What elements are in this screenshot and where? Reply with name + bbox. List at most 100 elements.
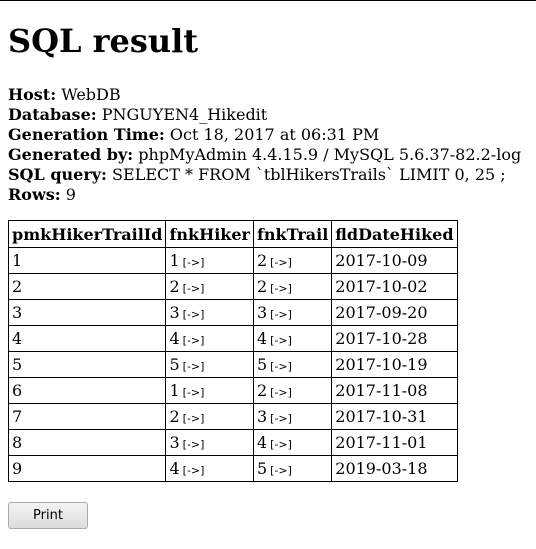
cell-value: 2017-10-31	[335, 407, 428, 426]
page-title: SQL result	[8, 22, 199, 60]
table-cell: 2017-11-01	[331, 429, 458, 456]
table-cell: 3	[7, 299, 167, 326]
foreign-key-link[interactable]: [->]	[270, 256, 292, 269]
meta-label: Rows:	[8, 185, 61, 204]
cell-value: 2	[12, 277, 23, 296]
meta-generated-by: Generated by: phpMyAdmin 4.4.15.9 / MySQ…	[8, 145, 521, 165]
table-row: 8 3 [->] 4 [->] 2017-11-01	[7, 429, 458, 456]
cell-value: 2	[169, 277, 180, 296]
foreign-key-link[interactable]: [->]	[270, 308, 292, 321]
cell-value: 4	[169, 329, 180, 348]
foreign-key-link[interactable]: [->]	[183, 464, 205, 477]
foreign-key-link[interactable]: [->]	[183, 256, 205, 269]
print-button[interactable]: Print	[8, 502, 88, 529]
cell-value: 4	[12, 329, 23, 348]
foreign-key-link[interactable]: [->]	[270, 412, 292, 425]
meta-value: Oct 18, 2017 at 06:31 PM	[169, 125, 380, 144]
cell-value: 2	[169, 407, 180, 426]
table-cell: 3 [->]	[165, 299, 254, 326]
foreign-key-link[interactable]: [->]	[183, 308, 205, 321]
meta-value: 9	[65, 185, 76, 204]
foreign-key-link[interactable]: [->]	[183, 334, 205, 347]
cell-value: 2019-03-18	[335, 459, 428, 478]
table-cell: 2019-03-18	[331, 455, 458, 482]
column-header-flddatehiked: fldDateHiked	[331, 220, 458, 248]
cell-value: 4	[169, 459, 180, 478]
table-cell: 2 [->]	[165, 403, 254, 430]
foreign-key-link[interactable]: [->]	[270, 334, 292, 347]
cell-value: 2017-11-01	[335, 433, 428, 452]
foreign-key-link[interactable]: [->]	[183, 412, 205, 425]
table-cell: 2017-10-02	[331, 273, 458, 300]
meta-database: Database: PNGUYEN4_Hikedit	[8, 105, 521, 125]
table-cell: 9	[7, 455, 167, 482]
table-cell: 4 [->]	[165, 455, 254, 482]
foreign-key-link[interactable]: [->]	[270, 386, 292, 399]
cell-value: 1	[12, 251, 23, 270]
cell-value: 7	[12, 407, 23, 426]
table-cell: 8	[7, 429, 167, 456]
results-table: pmkHikerTrailId fnkHiker fnkTrail fldDat…	[7, 220, 458, 482]
table-cell: 1 [->]	[165, 247, 254, 274]
table-cell: 2017-10-19	[331, 351, 458, 378]
cell-value: 3	[256, 407, 268, 426]
table-row: 4 4 [->] 4 [->] 2017-10-28	[7, 325, 458, 352]
cell-value: 3	[169, 433, 180, 452]
header-row: pmkHikerTrailId fnkHiker fnkTrail fldDat…	[7, 220, 458, 248]
meta-value: SELECT * FROM `tblHikersTrails` LIMIT 0,…	[112, 165, 506, 184]
cell-value: 3	[12, 303, 23, 322]
cell-value: 2017-10-02	[335, 277, 428, 296]
foreign-key-link[interactable]: [->]	[270, 438, 292, 451]
meta-sql-query: SQL query: SELECT * FROM `tblHikersTrail…	[8, 165, 521, 185]
table-cell: 2	[7, 273, 167, 300]
table-row: 7 2 [->] 3 [->] 2017-10-31	[7, 403, 458, 430]
table-cell: 2 [->]	[252, 273, 333, 300]
cell-value: 2	[256, 381, 268, 400]
foreign-key-link[interactable]: [->]	[183, 360, 205, 373]
table-cell: 2017-10-28	[331, 325, 458, 352]
table-cell: 6	[7, 377, 167, 404]
cell-value: 1	[169, 381, 180, 400]
meta-label: Host:	[8, 85, 57, 104]
column-header-pmkhikertrailid: pmkHikerTrailId	[7, 220, 167, 248]
table-cell: 7	[7, 403, 167, 430]
column-header-fnktrail: fnkTrail	[252, 220, 333, 248]
foreign-key-link[interactable]: [->]	[183, 386, 205, 399]
foreign-key-link[interactable]: [->]	[270, 282, 292, 295]
meta-value: phpMyAdmin 4.4.15.9 / MySQL 5.6.37-82.2-…	[138, 145, 522, 164]
foreign-key-link[interactable]: [->]	[183, 282, 205, 295]
table-row: 3 3 [->] 3 [->] 2017-09-20	[7, 299, 458, 326]
cell-value: 8	[12, 433, 23, 452]
meta-label: Generation Time:	[8, 125, 165, 144]
cell-value: 5	[256, 355, 268, 374]
table-cell: 2017-10-09	[331, 247, 458, 274]
foreign-key-link[interactable]: [->]	[270, 360, 292, 373]
table-cell: 2 [->]	[252, 377, 333, 404]
table-cell: 2017-09-20	[331, 299, 458, 326]
table-cell: 4 [->]	[165, 325, 254, 352]
table-cell: 2017-11-08	[331, 377, 458, 404]
table-row: 9 4 [->] 5 [->] 2019-03-18	[7, 455, 458, 482]
table-cell: 5	[7, 351, 167, 378]
foreign-key-link[interactable]: [->]	[183, 438, 205, 451]
table-cell: 3 [->]	[165, 429, 254, 456]
cell-value: 5	[12, 355, 23, 374]
cell-value: 4	[256, 329, 268, 348]
meta-label: Generated by:	[8, 145, 134, 164]
table-cell: 4 [->]	[252, 429, 333, 456]
result-metadata: Host: WebDB Database: PNGUYEN4_Hikedit G…	[8, 85, 521, 205]
foreign-key-link[interactable]: [->]	[270, 464, 292, 477]
table-row: 2 2 [->] 2 [->] 2017-10-02	[7, 273, 458, 300]
cell-value: 2	[256, 277, 268, 296]
table-cell: 4	[7, 325, 167, 352]
cell-value: 3	[169, 303, 180, 322]
table-cell: 4 [->]	[252, 325, 333, 352]
meta-value: WebDB	[61, 85, 121, 104]
column-header-fnkhiker: fnkHiker	[165, 220, 254, 248]
cell-value: 2017-10-09	[335, 251, 428, 270]
table-cell: 3 [->]	[252, 403, 333, 430]
cell-value: 2017-10-19	[335, 355, 428, 374]
table-cell: 2 [->]	[252, 247, 333, 274]
cell-value: 5	[256, 459, 268, 478]
meta-generation-time: Generation Time: Oct 18, 2017 at 06:31 P…	[8, 125, 521, 145]
